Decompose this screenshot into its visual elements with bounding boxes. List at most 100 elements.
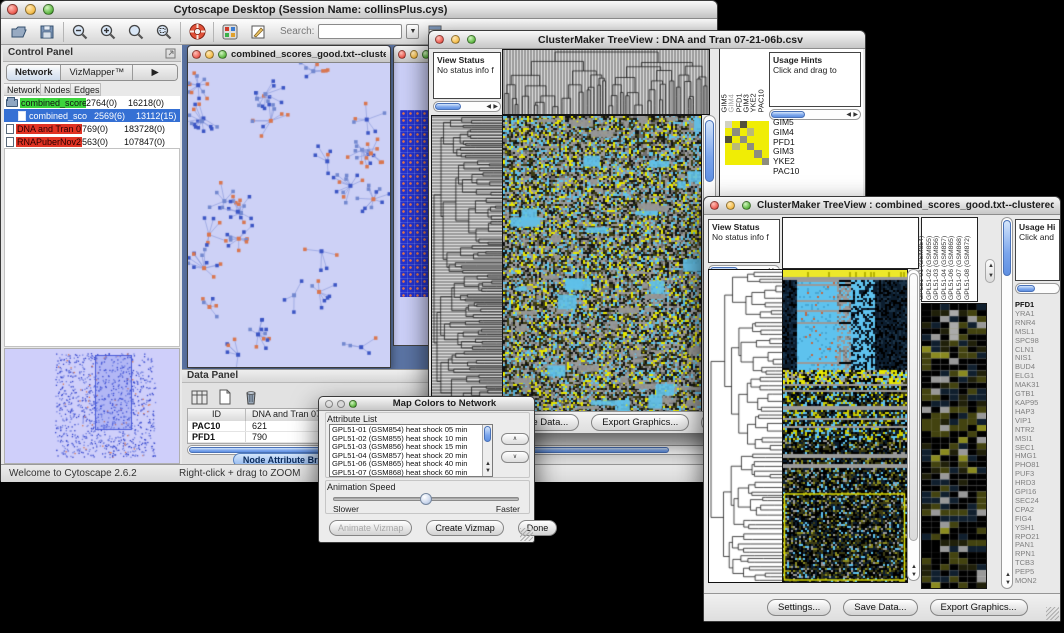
resize-grip[interactable] bbox=[1046, 607, 1059, 620]
search-input[interactable] bbox=[318, 24, 402, 39]
vizmapper-icon[interactable] bbox=[218, 21, 242, 43]
zoom-fit-icon[interactable] bbox=[124, 21, 148, 43]
attribute-item[interactable]: GPL51-02 (GSM855) heat shock 10 min bbox=[330, 435, 480, 444]
control-panel-tab[interactable]: ▶ bbox=[133, 65, 177, 80]
scroll-down-icon[interactable]: ▼ bbox=[911, 572, 917, 578]
control-panel-tab[interactable]: VizMapper™ bbox=[61, 65, 133, 80]
scroll-down-icon[interactable]: ▼ bbox=[1005, 580, 1011, 586]
zoom-window-icon[interactable] bbox=[467, 35, 476, 44]
network-tree-row[interactable]: combined_sco 2569(6) 13112(15) bbox=[4, 109, 180, 122]
attribute-listbox[interactable]: GPL51-01 (GSM854) heat shock 05 minGPL51… bbox=[329, 424, 493, 477]
network-tree-row[interactable]: combined_scores 2764(0) 16218(0) bbox=[4, 96, 180, 109]
column-header[interactable]: Network bbox=[4, 83, 41, 96]
treeview-combined-titlebar[interactable]: ClusterMaker TreeView : combined_scores_… bbox=[704, 197, 1060, 215]
scroll-down-icon[interactable]: ▼ bbox=[485, 468, 491, 474]
attribute-item[interactable]: GPL51-06 (GSM865) heat shock 40 min bbox=[330, 460, 480, 469]
network-tree-row[interactable]: DNA and Tran 07 769(0) 183728(0) bbox=[4, 122, 180, 135]
scroll-left-icon[interactable]: ◀ bbox=[486, 104, 491, 110]
open-icon[interactable] bbox=[7, 21, 31, 43]
save-icon[interactable] bbox=[35, 21, 59, 43]
listbox-scrollbar[interactable]: ▲ ▼ bbox=[482, 425, 492, 476]
network-tree-row[interactable]: RNAPuberNov2+| 563(0) 107847(0) bbox=[4, 135, 180, 148]
zoom-window-icon[interactable] bbox=[349, 400, 357, 408]
zoom-window-icon[interactable] bbox=[218, 50, 227, 59]
zoom-out-icon[interactable] bbox=[68, 21, 92, 43]
usage-hints-scrollbar[interactable] bbox=[1015, 283, 1060, 294]
usage-hints-box: Usage Hi Click and bbox=[1015, 219, 1060, 281]
column-header[interactable]: Edges bbox=[71, 83, 101, 96]
close-icon[interactable] bbox=[710, 201, 719, 210]
dialog-button[interactable]: Animate Vizmap bbox=[329, 520, 412, 536]
global-heatmap[interactable] bbox=[502, 115, 702, 413]
scroll-up-icon[interactable]: ▲ bbox=[911, 564, 917, 570]
treeview-button[interactable]: Export Graphics... bbox=[930, 599, 1028, 616]
zoom-heatmap[interactable] bbox=[725, 121, 769, 165]
scrollbar-thumb[interactable] bbox=[705, 120, 714, 182]
minimize-icon[interactable] bbox=[205, 50, 214, 59]
help-icon[interactable] bbox=[185, 21, 209, 43]
dialog-titlebar[interactable]: Map Colors to Network bbox=[319, 397, 534, 411]
move-down-button[interactable]: ∨ bbox=[501, 451, 529, 463]
row-dendrogram[interactable] bbox=[431, 115, 504, 413]
scroll-down-icon[interactable]: ▼ bbox=[988, 273, 994, 279]
zoom-panel-vscrollbar[interactable]: ▲ ▼ bbox=[1001, 217, 1013, 589]
birdseye-view[interactable] bbox=[4, 348, 180, 464]
search-dropdown-icon[interactable]: ▼ bbox=[406, 24, 419, 39]
zoom-in-icon[interactable] bbox=[96, 21, 120, 43]
scrollbar-thumb[interactable] bbox=[484, 426, 491, 442]
scroll-up-icon[interactable]: ▲ bbox=[1005, 572, 1011, 578]
resize-grip[interactable] bbox=[520, 528, 533, 541]
minimize-icon[interactable] bbox=[451, 35, 460, 44]
zoom-heatmap[interactable] bbox=[921, 303, 987, 589]
attribute-item[interactable]: GPL51-03 (GSM856) heat shock 15 min bbox=[330, 443, 480, 452]
scroll-up-icon[interactable]: ▲ bbox=[988, 263, 994, 269]
attribute-item[interactable]: GPL51-07 (GSM868) heat shock 60 min bbox=[330, 469, 480, 477]
heatmap-cell bbox=[725, 150, 732, 157]
close-icon[interactable] bbox=[192, 50, 201, 59]
scrollbar-thumb[interactable] bbox=[435, 103, 461, 110]
attribute-item[interactable]: GPL51-04 (GSM857) heat shock 20 min bbox=[330, 452, 480, 461]
minimize-icon[interactable] bbox=[410, 50, 418, 59]
minimize-icon[interactable] bbox=[726, 201, 735, 210]
zoom-window-icon[interactable] bbox=[742, 201, 751, 210]
scrollbar-thumb[interactable] bbox=[1017, 285, 1035, 292]
treeview-button[interactable]: Export Graphics... bbox=[591, 414, 689, 431]
treeview-button[interactable]: Settings... bbox=[767, 599, 831, 616]
new-document-icon[interactable] bbox=[214, 387, 236, 407]
network-graph-canvas[interactable] bbox=[188, 63, 390, 367]
move-up-button[interactable]: ∧ bbox=[501, 433, 529, 445]
column-header[interactable]: ID bbox=[188, 409, 246, 421]
table-icon[interactable] bbox=[188, 387, 210, 407]
scrollbar-thumb[interactable] bbox=[1003, 220, 1011, 276]
control-panel-tab[interactable]: Network bbox=[7, 65, 61, 80]
close-icon[interactable] bbox=[325, 400, 333, 408]
trash-icon[interactable] bbox=[240, 387, 262, 407]
heatmap-vscrollbar[interactable]: ▲ ▼ bbox=[907, 269, 920, 581]
close-icon[interactable] bbox=[7, 4, 18, 15]
attribute-item[interactable]: GPL51-01 (GSM854) heat shock 05 min bbox=[330, 426, 480, 435]
scrollbar-thumb[interactable] bbox=[909, 273, 918, 541]
mini-scroll-buttons[interactable]: ▲ ▼ bbox=[985, 259, 995, 283]
column-dendrogram[interactable] bbox=[502, 49, 710, 115]
view-status-scrollbar[interactable]: ◀ ▶ bbox=[433, 101, 501, 112]
main-titlebar[interactable]: Cytoscape Desktop (Session Name: collins… bbox=[1, 1, 717, 19]
zoom-window-icon[interactable] bbox=[43, 4, 54, 15]
scroll-right-icon[interactable]: ▶ bbox=[493, 104, 498, 110]
float-panel-icon[interactable] bbox=[165, 48, 176, 62]
treeview-dna-titlebar[interactable]: ClusterMaker TreeView : DNA and Tran 07-… bbox=[429, 31, 865, 49]
zoom-selected-icon[interactable] bbox=[152, 21, 176, 43]
column-header[interactable]: Nodes bbox=[41, 83, 71, 96]
global-heatmap[interactable] bbox=[782, 269, 908, 583]
slider-thumb[interactable] bbox=[420, 493, 432, 505]
close-icon[interactable] bbox=[398, 50, 406, 59]
scroll-up-icon[interactable]: ▲ bbox=[485, 461, 491, 467]
dialog-button[interactable]: Create Vizmap bbox=[426, 520, 503, 536]
annotation-icon[interactable] bbox=[246, 21, 270, 43]
minimize-icon[interactable] bbox=[337, 400, 345, 408]
minimize-icon[interactable] bbox=[25, 4, 36, 15]
close-icon[interactable] bbox=[435, 35, 444, 44]
treeview-button[interactable]: Save Data... bbox=[843, 599, 917, 616]
network-view-titlebar[interactable]: combined_scores_good.txt--cluste... bbox=[188, 46, 390, 63]
row-dendrogram[interactable] bbox=[708, 269, 783, 583]
background-network-window[interactable] bbox=[393, 45, 431, 346]
